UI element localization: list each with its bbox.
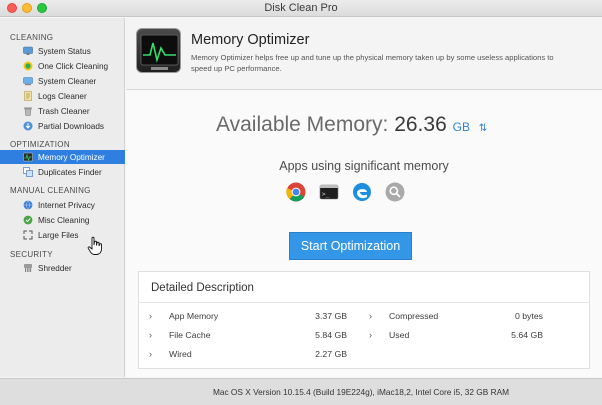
sidebar-item-label: Trash Cleaner (38, 106, 90, 116)
memory-optimizer-icon (23, 152, 33, 162)
detail-label: Wired (169, 349, 192, 359)
sidebar-item-logs-cleaner[interactable]: Logs Cleaner (0, 89, 125, 103)
one-click-cleaning-icon (23, 61, 33, 71)
sidebar-item-memory-optimizer[interactable]: Memory Optimizer (0, 150, 125, 164)
detail-value: 5.64 GB (511, 330, 543, 340)
sidebar-item-system-status[interactable]: System Status (0, 44, 125, 58)
system-status-icon (23, 46, 33, 56)
partial-downloads-icon (23, 121, 33, 131)
detail-row-app-memory[interactable]: › App Memory 3.37 GB (149, 311, 347, 323)
sidebar-section-optimization: OPTIMIZATION (10, 140, 70, 149)
sidebar-item-label: Internet Privacy (38, 200, 95, 210)
apps-label: Apps using significant memory (279, 159, 449, 173)
detail-row-compressed[interactable]: › Compressed 0 bytes (369, 311, 543, 323)
large-files-icon (23, 230, 33, 240)
duplicates-finder-icon (23, 167, 33, 177)
detail-value: 5.84 GB (315, 330, 347, 340)
chevron-right-icon: › (149, 330, 152, 340)
details-divider (139, 302, 589, 303)
sidebar-item-label: System Cleaner (38, 76, 97, 86)
terminal-icon: >_ (319, 182, 339, 202)
spotlight-search-icon (385, 182, 405, 202)
hand-cursor-icon (87, 236, 103, 256)
available-memory-value: 26.36 (394, 113, 447, 136)
sidebar-item-label: Large Files (38, 230, 79, 240)
sidebar-item-misc-cleaning[interactable]: Misc Cleaning (0, 213, 125, 227)
sidebar-item-system-cleaner[interactable]: System Cleaner (0, 74, 125, 88)
globe-icon (23, 200, 33, 210)
title-bar: Disk Clean Pro (0, 0, 602, 17)
start-optimization-button[interactable]: Start Optimization (289, 232, 412, 260)
sidebar-item-label: Misc Cleaning (38, 215, 90, 225)
sidebar-item-partial-downloads[interactable]: Partial Downloads (0, 119, 125, 133)
page-title: Memory Optimizer (191, 32, 310, 48)
page-header: Memory Optimizer Memory Optimizer helps … (126, 18, 602, 90)
detail-row-used[interactable]: › Used 5.64 GB (369, 330, 543, 342)
detail-row-file-cache[interactable]: › File Cache 5.84 GB (149, 330, 347, 342)
sidebar-item-label: Logs Cleaner (38, 91, 87, 101)
chevron-right-icon: › (369, 311, 372, 321)
detail-value: 2.27 GB (315, 349, 347, 359)
misc-cleaning-icon (23, 215, 33, 225)
sidebar-section-manual-cleaning: MANUAL CLEANING (10, 186, 91, 195)
detail-label: File Cache (169, 330, 211, 340)
available-memory: Available Memory: 26.36 GB ⇅ (216, 113, 487, 137)
sidebar: CLEANING System Status One Click Cleanin… (0, 18, 125, 377)
detail-row-wired[interactable]: › Wired 2.27 GB (149, 349, 347, 361)
unit-toggle-icon[interactable]: ⇅ (479, 123, 487, 134)
system-cleaner-icon (23, 76, 33, 86)
sidebar-item-label: One Click Cleaning (38, 61, 109, 71)
svg-text:>_: >_ (322, 191, 330, 198)
main-panel: Available Memory: 26.36 GB ⇅ Apps using … (126, 91, 602, 377)
logs-cleaner-icon (23, 91, 33, 101)
detail-label: Used (389, 330, 410, 340)
edge-icon (352, 182, 372, 202)
chrome-icon (286, 182, 306, 202)
detail-value: 3.37 GB (315, 311, 347, 321)
available-memory-unit: GB (452, 120, 470, 134)
detail-value: 0 bytes (514, 311, 543, 321)
detail-label: App Memory (169, 311, 219, 321)
details-title: Detailed Description (151, 282, 254, 294)
sidebar-item-trash-cleaner[interactable]: Trash Cleaner (0, 104, 125, 118)
sidebar-item-label: System Status (38, 46, 91, 56)
detailed-description-panel: Detailed Description › App Memory 3.37 G… (138, 271, 590, 369)
sidebar-item-internet-privacy[interactable]: Internet Privacy (0, 198, 125, 212)
chevron-right-icon: › (369, 330, 372, 340)
sidebar-section-cleaning: CLEANING (10, 33, 54, 42)
sidebar-section-security: SECURITY (10, 250, 53, 259)
system-info-text: Mac OS X Version 10.15.4 (Build 19E224g)… (212, 387, 510, 397)
sidebar-item-duplicates-finder[interactable]: Duplicates Finder (0, 165, 125, 179)
sidebar-item-large-files[interactable]: Large Files (0, 228, 125, 242)
detail-label: Compressed (389, 311, 439, 321)
available-memory-label: Available Memory: (216, 113, 389, 136)
app-icons-row: >_ (286, 181, 405, 203)
status-bar: Mac OS X Version 10.15.4 (Build 19E224g)… (0, 378, 602, 405)
sidebar-item-label: Shredder (38, 263, 72, 273)
activity-monitor-icon (136, 28, 181, 73)
sidebar-item-label: Duplicates Finder (38, 167, 102, 177)
sidebar-item-one-click-cleaning[interactable]: One Click Cleaning (0, 59, 125, 73)
page-description: Memory Optimizer helps free up and tune … (191, 53, 554, 73)
app-window: Disk Clean Pro CLEANING System Status On… (0, 0, 602, 405)
chevron-right-icon: › (149, 311, 152, 321)
window-title: Disk Clean Pro (264, 2, 338, 14)
trash-icon (23, 106, 33, 116)
sidebar-item-label: Memory Optimizer (38, 152, 105, 162)
shredder-icon (23, 263, 33, 273)
sidebar-item-shredder[interactable]: Shredder (0, 261, 125, 275)
sidebar-item-label: Partial Downloads (38, 121, 104, 131)
chevron-right-icon: › (149, 349, 152, 359)
